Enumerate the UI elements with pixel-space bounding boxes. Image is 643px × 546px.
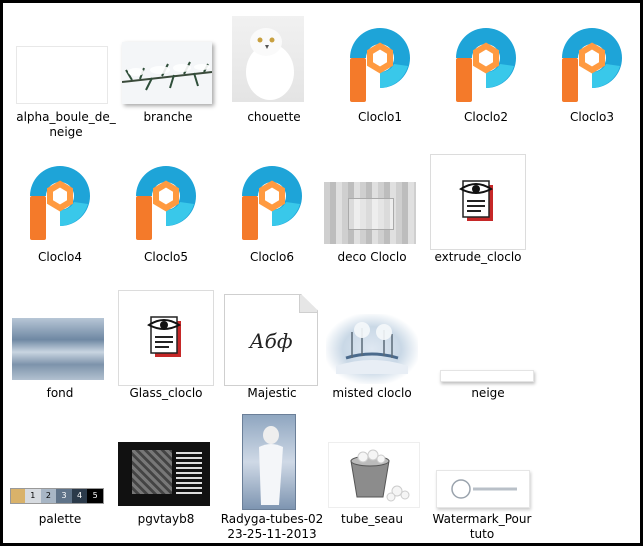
eye-document-icon <box>430 154 526 250</box>
picsart-logo-icon <box>118 152 202 244</box>
picsart-logo-icon <box>12 152 96 244</box>
file-item-watermark[interactable]: Watermark_Pour tuto <box>430 420 534 541</box>
file-item-chouette[interactable]: chouette <box>222 14 326 144</box>
file-label: neige <box>471 386 505 400</box>
color-palette-thumbnail: 1 2 3 4 5 <box>10 488 104 504</box>
file-label: pgvtayb8 <box>137 512 195 526</box>
file-label: Cloclo4 <box>38 250 82 264</box>
palette-swatch: 2 <box>40 489 57 503</box>
file-item-fond[interactable]: fond <box>8 288 112 408</box>
file-label: branche <box>143 110 193 124</box>
file-item-misted-cloclo[interactable]: misted cloclo <box>320 288 424 408</box>
palette-swatch: 3 <box>56 489 72 503</box>
file-label: Radyga-tubes-02 23-25-11-2013 <box>220 512 324 541</box>
font-preview-text: Абф <box>249 329 293 353</box>
file-label: fond <box>46 386 74 400</box>
watermark-thumbnail <box>436 470 530 508</box>
snow-bucket-thumbnail <box>328 442 420 508</box>
file-label: Glass_cloclo <box>129 386 203 400</box>
file-label: Cloclo1 <box>358 110 402 124</box>
file-item-deco-cloclo[interactable]: deco Cloclo <box>320 152 424 272</box>
file-label: Cloclo5 <box>144 250 188 264</box>
file-item-pgvtayb8[interactable]: pgvtayb8 <box>114 420 218 540</box>
eye-document-icon <box>118 290 214 386</box>
file-label: chouette <box>247 110 301 124</box>
picsart-logo-icon <box>438 14 522 106</box>
file-label: tube_seau <box>341 512 403 526</box>
woman-tube-thumbnail <box>242 414 296 510</box>
picsart-logo-icon <box>224 152 308 244</box>
file-label: Majestic <box>247 386 297 400</box>
palette-swatch: 5 <box>87 489 103 503</box>
file-item-cloclo3[interactable]: Cloclo3 <box>540 14 643 144</box>
file-item-neige[interactable]: neige <box>436 288 540 408</box>
palette-swatch: 1 <box>25 489 41 503</box>
file-item-cloclo1[interactable]: Cloclo1 <box>328 14 432 144</box>
file-item-tube_seau[interactable]: tube_seau <box>320 420 424 540</box>
file-label: alpha_boule_de_ neige <box>16 110 116 139</box>
snowy-branch-thumbnail <box>122 42 212 104</box>
blank-image-icon <box>16 46 108 104</box>
file-label: Watermark_Pour tuto <box>432 512 532 541</box>
file-item-extrude_cloclo[interactable]: extrude_cloclo <box>426 152 530 272</box>
file-item-radyga-tubes[interactable]: Radyga-tubes-02 23-25-11-2013 <box>220 412 324 541</box>
file-label: Cloclo3 <box>570 110 614 124</box>
file-label: palette <box>38 512 82 526</box>
snowy-owl-thumbnail <box>232 16 304 102</box>
file-item-alpha_boule_de_neige[interactable]: alpha_boule_de_ neige <box>14 14 118 144</box>
thin-strip-thumbnail <box>440 370 534 382</box>
file-item-cloclo6[interactable]: Cloclo6 <box>220 152 324 272</box>
file-item-cloclo2[interactable]: Cloclo2 <box>434 14 538 144</box>
file-item-palette[interactable]: 1 2 3 4 5 palette <box>8 420 112 540</box>
font-file-icon: Абф <box>224 294 318 386</box>
file-item-cloclo5[interactable]: Cloclo5 <box>114 152 218 272</box>
file-item-glass_cloclo[interactable]: Glass_cloclo <box>114 288 218 408</box>
picsart-logo-icon <box>332 14 416 106</box>
file-label: Cloclo6 <box>250 250 294 264</box>
dark-pattern-thumbnail <box>118 442 210 506</box>
winter-landscape-thumbnail <box>326 314 418 384</box>
file-item-cloclo4[interactable]: Cloclo4 <box>8 152 112 272</box>
blue-blur-thumbnail <box>12 318 104 380</box>
palette-swatch: 4 <box>71 489 88 503</box>
file-item-majestic[interactable]: Абф Majestic <box>220 288 324 408</box>
palette-swatch-image <box>11 489 25 503</box>
file-label: Cloclo2 <box>464 110 508 124</box>
file-label: misted cloclo <box>332 386 412 400</box>
picsart-logo-icon <box>544 14 628 106</box>
gray-texture-thumbnail <box>324 182 416 244</box>
file-label: deco Cloclo <box>337 250 407 264</box>
file-item-branche[interactable]: branche <box>116 14 220 144</box>
file-label: extrude_cloclo <box>434 250 522 264</box>
